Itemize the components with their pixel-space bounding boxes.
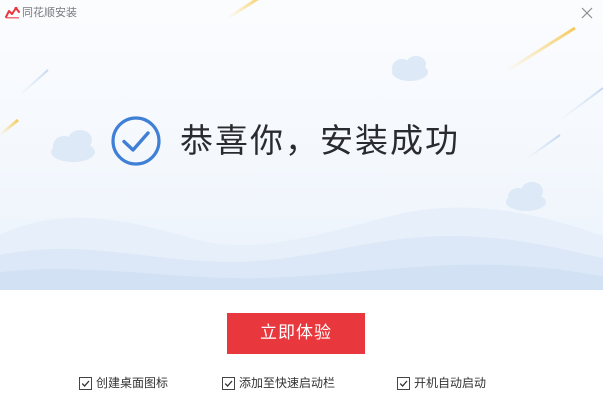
option-desktop-icon[interactable]: 创建桌面图标	[79, 376, 168, 391]
installer-window: 同花顺安装 恭喜你，安装成功 立即体验 创建桌面图标 添加至快速启动栏 开机自动…	[0, 0, 603, 401]
option-label: 创建桌面图标	[96, 376, 169, 390]
checkmark-icon	[81, 380, 90, 387]
option-quick-launch[interactable]: 添加至快速启动栏	[222, 376, 335, 391]
checkbox-quick-launch[interactable]	[222, 377, 235, 390]
close-icon[interactable]	[577, 3, 597, 23]
option-label: 添加至快速启动栏	[239, 376, 336, 390]
checkbox-auto-start[interactable]	[397, 377, 410, 390]
checkmark-icon	[399, 380, 408, 387]
success-text: 恭喜你，安装成功	[180, 121, 460, 160]
checkmark-icon	[224, 380, 233, 387]
window-title: 同花顺安装	[22, 6, 77, 19]
option-label: 开机自动启动	[414, 376, 487, 390]
option-auto-start[interactable]: 开机自动启动	[397, 376, 486, 391]
start-now-button[interactable]: 立即体验	[227, 313, 365, 354]
checkbox-desktop-icon[interactable]	[79, 377, 92, 390]
title-bar[interactable]: 同花顺安装	[0, 0, 603, 28]
check-circle-icon	[111, 116, 161, 166]
success-message: 恭喜你，安装成功	[110, 113, 460, 169]
app-logo-icon	[5, 6, 20, 19]
